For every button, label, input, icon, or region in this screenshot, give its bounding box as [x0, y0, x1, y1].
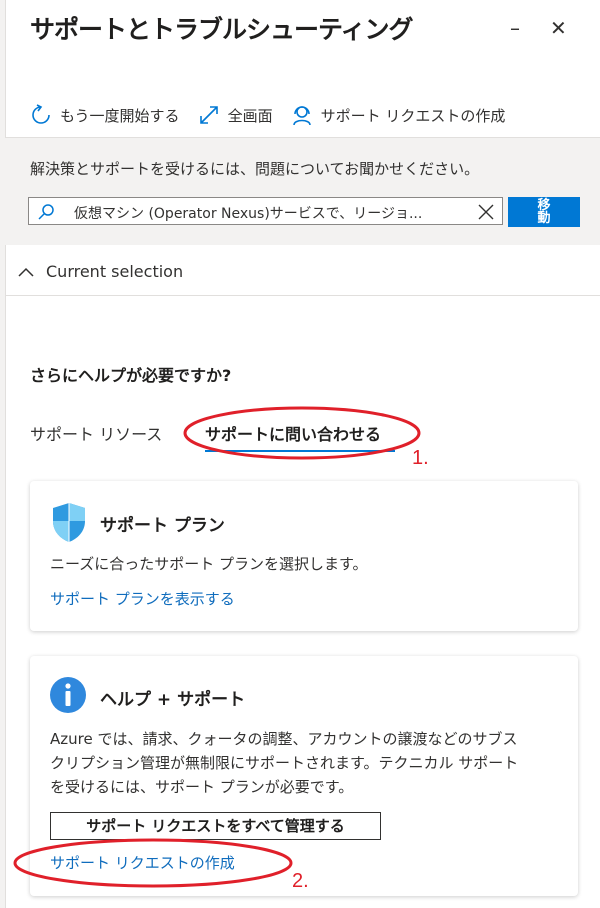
close-button[interactable]: ✕ — [550, 16, 567, 40]
support-plan-description: ニーズに合ったサポート プランを選択します。 — [50, 555, 368, 573]
clear-icon[interactable] — [477, 203, 495, 221]
support-agent-icon — [292, 106, 311, 126]
view-support-plans-link[interactable]: サポート プランを表示する — [50, 588, 235, 609]
go-button[interactable]: 移動 — [508, 197, 580, 227]
expand-icon — [199, 106, 218, 124]
search-input[interactable]: 仮想マシン (Operator Nexus)サービスで、リージョ... — [28, 197, 503, 225]
description-line: Azure では、請求、クォータの調整、アカウントの譲渡などのサブス — [50, 730, 518, 748]
search-value[interactable]: 仮想マシン (Operator Nexus)サービスで、リージョ... — [74, 203, 464, 223]
refresh-icon — [32, 104, 50, 124]
help-heading: さらにヘルプが必要ですか? — [30, 366, 232, 385]
help-support-title: ヘルプ + サポート — [100, 690, 246, 710]
divider — [5, 295, 600, 296]
help-support-description: Azure では、請求、クォータの調整、アカウントの譲渡などのサブス クリプショ… — [50, 727, 518, 799]
annotation-number-2: 2. — [292, 870, 309, 892]
current-selection-label: Current selection — [46, 262, 184, 281]
manage-all-requests-button[interactable]: サポート リクエストをすべて管理する — [50, 812, 381, 840]
search-banner: 解決策とサポートを受けるには、問題についてお聞かせください。 仮想マシン (Op… — [5, 138, 600, 245]
search-icon — [38, 204, 54, 220]
chevron-up-icon — [18, 267, 34, 277]
tab-selected-indicator — [205, 450, 395, 452]
go-button-label: 移動 — [537, 198, 551, 226]
restart-label: もう一度開始する — [60, 106, 180, 125]
fullscreen-label: 全画面 — [227, 106, 273, 125]
create-support-request-link[interactable]: サポート リクエストの作成 — [50, 852, 235, 873]
tab-support-resources[interactable]: サポート リソース — [30, 421, 162, 445]
shield-icon — [53, 503, 85, 542]
description-line: を受けるには、サポート プランが必要です。 — [50, 778, 354, 796]
create-request-button[interactable]: サポート リクエストの作成 — [291, 104, 506, 126]
restart-button[interactable]: もう一度開始する — [30, 104, 180, 126]
toolbar: もう一度開始する 全画面 サポート リクエストの作成 — [30, 98, 505, 132]
fullscreen-button[interactable]: 全画面 — [198, 104, 273, 126]
help-support-card: ヘルプ + サポート Azure では、請求、クォータの調整、アカウントの譲渡な… — [30, 656, 578, 896]
page-title: サポートとトラブルシューティング — [30, 15, 414, 44]
annotation-number-1: 1. — [412, 447, 429, 469]
info-icon — [50, 677, 86, 713]
minimize-button[interactable]: – — [510, 16, 520, 40]
description-line: クリプション管理が無制限にサポートされます。テクニカル サポート — [50, 754, 519, 772]
current-selection-toggle[interactable]: Current selection — [18, 262, 183, 281]
support-plan-card: サポート プラン ニーズに合ったサポート プランを選択します。 サポート プラン… — [30, 481, 578, 631]
create-request-label: サポート リクエストの作成 — [320, 106, 506, 125]
support-plan-title: サポート プラン — [100, 516, 225, 536]
tab-contact-support[interactable]: サポートに問い合わせる — [205, 421, 381, 445]
search-prompt: 解決策とサポートを受けるには、問題についてお聞かせください。 — [30, 160, 480, 178]
